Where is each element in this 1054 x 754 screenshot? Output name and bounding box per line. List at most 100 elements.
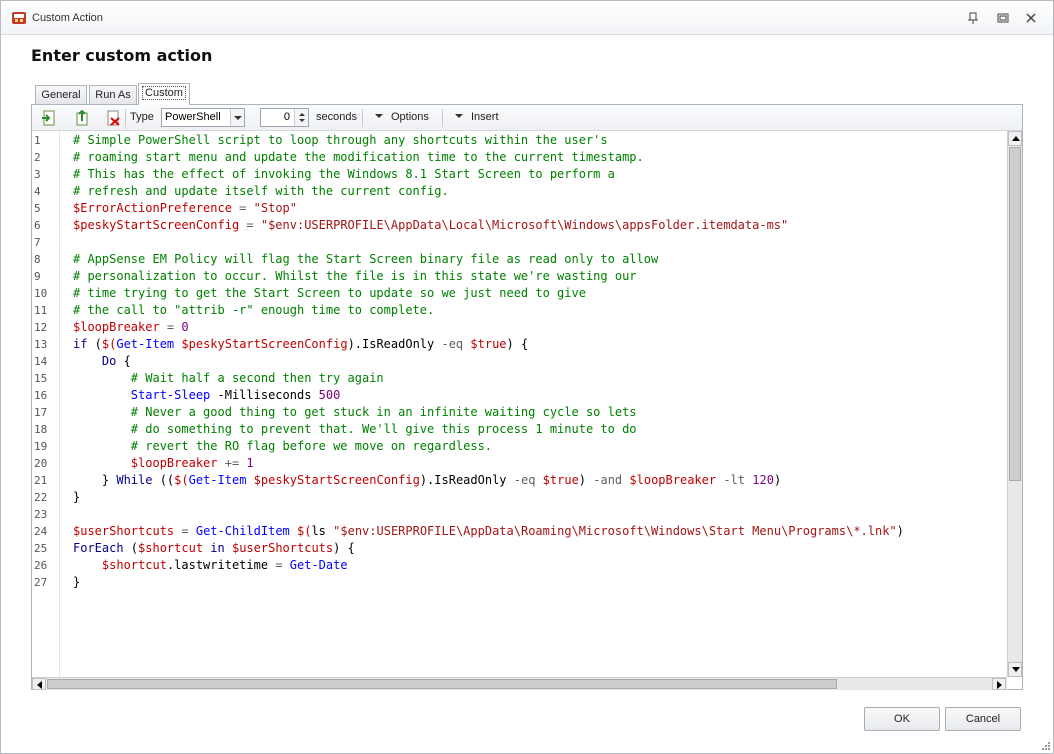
toolbar-separator bbox=[125, 109, 126, 127]
line-number: 24 bbox=[34, 525, 48, 538]
code-token: $( bbox=[297, 524, 312, 538]
cancel-button[interactable]: Cancel bbox=[945, 707, 1021, 731]
code-token: "Stop" bbox=[253, 201, 297, 215]
spinner-arrows-icon[interactable] bbox=[294, 109, 308, 126]
restore-icon[interactable] bbox=[995, 10, 1011, 26]
insert-dropdown[interactable]: Insert bbox=[455, 111, 499, 123]
code-token: $( bbox=[101, 337, 117, 351]
code-token: = bbox=[239, 218, 261, 232]
code-text: $ErrorActionPreference = "Stop" bbox=[73, 200, 297, 217]
code-text: # refresh and update itself with the cur… bbox=[73, 183, 449, 200]
horizontal-scrollbar[interactable] bbox=[32, 677, 1007, 690]
ok-button[interactable]: OK bbox=[864, 707, 940, 731]
code-token: } bbox=[73, 490, 81, 504]
code-token: # This has the effect of invoking the Wi… bbox=[73, 167, 615, 181]
code-text: Do { bbox=[73, 353, 131, 370]
code-token: += bbox=[217, 456, 247, 470]
tab-label: Custom bbox=[142, 86, 186, 100]
code-token: -lt bbox=[723, 473, 746, 487]
export-icon[interactable] bbox=[74, 110, 90, 126]
code-token: $peskyStartScreenConfig bbox=[73, 218, 240, 232]
tab-custom[interactable]: Custom bbox=[138, 83, 190, 105]
code-text: if ($(Get-Item $peskyStartScreenConfig).… bbox=[73, 336, 528, 353]
code-token: } bbox=[73, 473, 117, 487]
dropdown-arrow-icon bbox=[455, 114, 463, 118]
editor-toolbar: Type PowerShell 0 seconds Options Insert bbox=[32, 105, 1022, 131]
code-token: $( bbox=[174, 473, 189, 487]
code-token: Get-Item bbox=[116, 337, 175, 351]
line-number: 6 bbox=[34, 219, 41, 232]
scroll-right-icon[interactable] bbox=[992, 678, 1006, 690]
code-token: "$env:USERPROFILE\AppData\Local\Microsof… bbox=[260, 218, 789, 232]
code-token: "$env:USERPROFILE\AppData\Roaming\Micros… bbox=[333, 524, 897, 538]
script-editor[interactable]: 1 # Simple PowerShell script to loop thro… bbox=[32, 131, 1022, 677]
close-icon[interactable] bbox=[1023, 10, 1039, 26]
code-text: # This has the effect of invoking the Wi… bbox=[73, 166, 615, 183]
type-value: PowerShell bbox=[165, 111, 221, 123]
code-text: # AppSense EM Policy will flag the Start… bbox=[73, 251, 658, 268]
line-number: 10 bbox=[34, 287, 48, 300]
code-token: $true bbox=[542, 473, 579, 487]
code-token: ) { bbox=[506, 337, 529, 351]
scroll-down-icon[interactable] bbox=[1008, 662, 1022, 677]
scroll-left-icon[interactable] bbox=[32, 678, 46, 690]
code-token: ls bbox=[311, 524, 334, 538]
dropdown-arrow-icon bbox=[375, 114, 383, 118]
code-token: ForEach bbox=[73, 541, 124, 555]
code-token: 120 bbox=[752, 473, 774, 487]
import-icon[interactable] bbox=[41, 110, 57, 126]
code-text: # Wait half a second then try again bbox=[73, 370, 384, 387]
vertical-scrollbar[interactable] bbox=[1007, 131, 1022, 677]
code-token: # time trying to get the Start Screen to… bbox=[73, 286, 586, 300]
code-token: ( bbox=[123, 541, 139, 555]
scroll-up-icon[interactable] bbox=[1008, 131, 1022, 146]
code-token: $shortcut bbox=[101, 558, 167, 572]
code-text: # Simple PowerShell script to loop throu… bbox=[73, 132, 608, 149]
code-token: -eq bbox=[513, 473, 536, 487]
resize-grip-icon[interactable] bbox=[1041, 741, 1051, 751]
code-text: } bbox=[73, 489, 80, 506]
code-token: $peskyStartScreenConfig bbox=[253, 473, 420, 487]
code-token: if bbox=[73, 337, 88, 351]
pin-icon[interactable] bbox=[965, 10, 981, 26]
code-token: -and bbox=[593, 473, 623, 487]
code-token: } bbox=[73, 575, 81, 589]
code-text: # roaming start menu and update the modi… bbox=[73, 149, 644, 166]
tab-run-as[interactable]: Run As bbox=[89, 85, 137, 105]
type-select[interactable]: PowerShell bbox=[161, 108, 245, 127]
line-number: 15 bbox=[34, 372, 48, 385]
code-token: ) { bbox=[333, 541, 355, 555]
custom-action-window: Custom Action Enter custom action Genera… bbox=[0, 0, 1054, 754]
line-number: 20 bbox=[34, 457, 48, 470]
line-number: 7 bbox=[34, 236, 41, 249]
vertical-scroll-thumb[interactable] bbox=[1009, 147, 1021, 481]
line-number: 23 bbox=[34, 508, 48, 521]
horizontal-scroll-thumb[interactable] bbox=[47, 679, 837, 689]
code-token: Get-Item bbox=[188, 473, 247, 487]
code-token: -eq bbox=[441, 337, 464, 351]
line-number: 27 bbox=[34, 576, 48, 589]
code-token: $userShortcuts bbox=[73, 524, 175, 538]
timeout-stepper[interactable]: 0 bbox=[260, 108, 309, 127]
code-token: While bbox=[116, 473, 153, 487]
code-text: ForEach ($shortcut in $userShortcuts) { bbox=[73, 540, 355, 557]
code-token: $true bbox=[470, 337, 507, 351]
clear-icon[interactable] bbox=[105, 110, 121, 126]
code-text: } While (($(Get-Item $peskyStartScreenCo… bbox=[73, 472, 781, 489]
code-text: # revert the RO flag before we move on r… bbox=[73, 438, 492, 455]
tab-general[interactable]: General bbox=[35, 85, 87, 105]
code-text: # do something to prevent that. We'll gi… bbox=[73, 421, 637, 438]
chevron-down-icon[interactable] bbox=[230, 109, 244, 126]
code-token: $loopBreaker bbox=[629, 473, 717, 487]
window-title: Custom Action bbox=[32, 12, 103, 24]
options-dropdown[interactable]: Options bbox=[375, 111, 429, 123]
toolbar-separator bbox=[362, 109, 363, 127]
line-number: 22 bbox=[34, 491, 48, 504]
code-text: # the call to "attrib -r" enough time to… bbox=[73, 302, 434, 319]
